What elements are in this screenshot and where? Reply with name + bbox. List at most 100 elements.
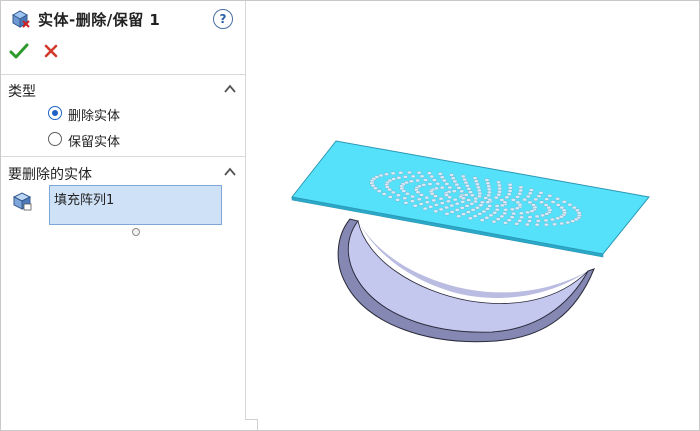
plate-hole	[462, 177, 468, 182]
plate-hole	[559, 205, 565, 210]
plate-hole	[466, 198, 472, 202]
plate-hole	[410, 174, 416, 179]
plate-hole	[503, 208, 509, 212]
radio-keep-bodies[interactable]: 保留实体	[48, 131, 208, 151]
radio-button-selected[interactable]	[48, 106, 62, 120]
plate-hole	[517, 219, 523, 223]
radio-button[interactable]	[48, 132, 62, 146]
plate-hole	[555, 203, 561, 207]
plate-hole	[487, 204, 493, 208]
cancel-button[interactable]	[42, 41, 60, 61]
plate-hole	[507, 189, 513, 193]
plate-hole	[470, 208, 476, 212]
plate-hole	[477, 191, 483, 196]
plate-hole	[509, 207, 515, 212]
plate-hole	[449, 173, 455, 177]
plate-hole	[511, 211, 517, 216]
plate-hole	[463, 193, 469, 197]
plate-hole	[535, 219, 541, 223]
plate-hole	[499, 214, 505, 219]
plate-hole	[426, 171, 432, 175]
plate-hole	[550, 200, 556, 204]
plate-hole	[450, 176, 456, 180]
help-button[interactable]: ?	[213, 9, 233, 29]
model-view[interactable]	[246, 1, 699, 430]
plate-hole	[408, 179, 414, 184]
plate-hole	[506, 192, 512, 196]
plate-hole	[496, 192, 502, 197]
plate-hole	[433, 209, 439, 214]
chevron-up-icon[interactable]	[223, 165, 237, 179]
plate-hole	[525, 210, 531, 215]
bodies-section-label: 要删除的实体	[8, 167, 92, 183]
plate-hole	[561, 200, 567, 204]
panel-title-row: 实体-删除/保留 1 ?	[1, 1, 245, 37]
plate-hole	[473, 179, 479, 183]
plate-hole	[571, 205, 577, 210]
plate-hole	[503, 221, 508, 225]
plate-hole	[416, 170, 422, 175]
plate-hole	[435, 181, 441, 186]
plate-hole	[515, 200, 521, 205]
plate-hole	[451, 189, 457, 193]
plate-hole	[454, 182, 460, 187]
plate-hole	[447, 195, 453, 200]
graphics-viewport[interactable]	[246, 1, 699, 430]
type-section-header[interactable]: 类型	[1, 79, 245, 100]
plate-hole	[527, 219, 532, 223]
plate-hole	[497, 186, 503, 191]
bodies-section-header[interactable]: 要删除的实体	[1, 162, 245, 183]
plate-hole	[447, 185, 453, 190]
red-x-icon	[44, 44, 58, 58]
plate-hole	[559, 214, 564, 219]
plate-hole	[456, 186, 462, 190]
divider	[1, 74, 245, 75]
plate-hole	[486, 184, 492, 189]
plate-hole	[384, 172, 389, 176]
plate-hole	[419, 174, 425, 179]
plate-hole	[445, 199, 451, 204]
plate-hole	[422, 206, 428, 211]
plate-hole	[479, 218, 485, 222]
delete-body-feature-icon	[11, 10, 30, 28]
panel-actions	[1, 37, 245, 69]
plate-hole	[573, 217, 579, 222]
plate-hole	[559, 221, 565, 226]
plate-hole	[484, 178, 490, 182]
plate-hole	[419, 193, 424, 197]
chevron-up-icon[interactable]	[223, 82, 237, 96]
plate-hole	[531, 203, 536, 207]
plate-hole	[396, 176, 402, 180]
plate-hole	[473, 196, 479, 201]
plate-hole	[574, 208, 580, 213]
property-manager-panel: 实体-删除/保留 1 ? 类型 删除实体 保留实体 要删除的实体 填充阵列1	[1, 1, 246, 430]
question-circle-icon: ?	[219, 12, 227, 26]
plate-hole	[444, 182, 450, 186]
plate-hole	[510, 198, 516, 202]
plate-hole	[492, 210, 498, 215]
plate-hole	[439, 185, 445, 190]
plate-hole	[465, 210, 471, 214]
plate-hole	[539, 200, 545, 204]
plate-hole	[390, 190, 396, 195]
list-resize-handle[interactable]	[132, 228, 140, 236]
plate-hole	[431, 198, 437, 203]
list-item[interactable]: 填充阵列1	[54, 189, 114, 208]
plate-hole	[565, 220, 571, 225]
plate-hole	[423, 178, 428, 182]
plate-hole	[544, 212, 550, 216]
plate-hole	[475, 185, 481, 190]
radio-delete-bodies[interactable]: 删除实体	[48, 105, 208, 125]
plate-hole	[398, 171, 404, 175]
plate-hole	[437, 172, 443, 176]
plate-hole	[485, 207, 491, 211]
plate-hole	[485, 200, 491, 204]
bodies-selection-list[interactable]: 填充阵列1	[49, 185, 222, 225]
ok-button[interactable]	[9, 41, 29, 61]
radio-label: 保留实体	[68, 135, 121, 150]
plate-hole	[418, 202, 424, 206]
app-frame: 实体-删除/保留 1 ? 类型 删除实体 保留实体 要删除的实体 填充阵列1	[0, 0, 700, 431]
plate-hole	[543, 222, 549, 227]
plate-hole	[477, 212, 483, 216]
plate-hole	[536, 194, 542, 198]
